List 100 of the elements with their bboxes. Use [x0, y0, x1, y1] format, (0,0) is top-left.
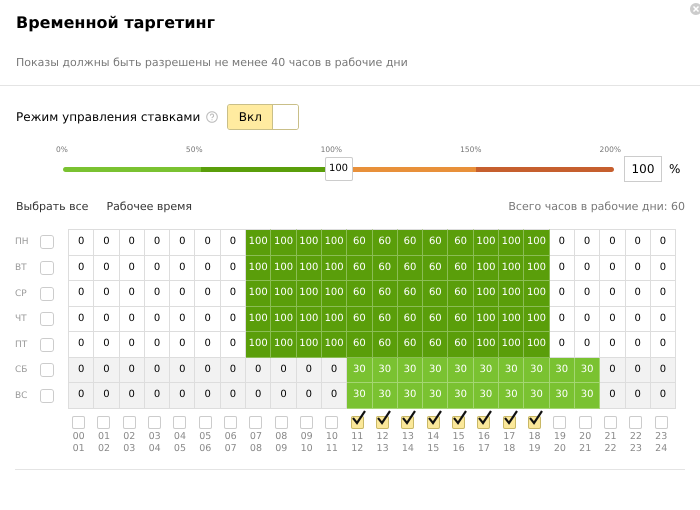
help-icon[interactable] [206, 111, 218, 123]
hour-label: 23 [630, 442, 642, 454]
hour-checkbox[interactable] [198, 416, 212, 428]
table-cell[interactable]: 0 [296, 383, 322, 408]
hour-checkbox[interactable] [274, 416, 288, 428]
hour-label: 20 [579, 430, 592, 442]
slider-handle[interactable]: 100 [324, 157, 352, 181]
hour-checkbox[interactable] [97, 416, 110, 428]
hour-label: 10 [326, 430, 338, 442]
checkmark-icon [350, 410, 367, 426]
hour-checkbox[interactable] [629, 416, 642, 428]
hour-label: 01 [98, 430, 110, 442]
hour-label: 03 [148, 430, 161, 442]
hour-label: 24 [655, 442, 668, 454]
hour-label: 05 [199, 430, 212, 442]
dialog-title: Временной таргетинг [15, 12, 215, 34]
day-checkbox[interactable] [40, 312, 54, 326]
hour-label: 17 [478, 442, 490, 454]
toggle-switch[interactable]: Вкл [227, 104, 300, 130]
hour-label: 21 [604, 430, 617, 442]
day-label: СБ [15, 365, 28, 376]
percent-input[interactable]: 100 [624, 156, 662, 182]
table-cell[interactable]: 0 [600, 383, 626, 408]
day-checkbox[interactable] [40, 286, 54, 301]
hour-label: 15 [427, 442, 440, 454]
hour-checkbox[interactable] [604, 416, 618, 428]
link[interactable]: Выбрать все [16, 200, 88, 213]
hour-label: 06 [199, 442, 212, 454]
hour-label: 22 [604, 442, 617, 454]
table-cell[interactable]: 0 [626, 383, 651, 408]
table-cell[interactable]: 0 [246, 383, 272, 408]
hour-label: 16 [478, 430, 490, 442]
hour-label: 07 [224, 442, 237, 454]
hour-label: 02 [123, 430, 136, 442]
hour-label: 11 [351, 430, 364, 442]
hour-label: 12 [351, 442, 364, 454]
hour-label: 01 [72, 442, 85, 454]
hour-label: 09 [275, 442, 288, 454]
close-icon[interactable] [689, 2, 700, 16]
hour-checkbox[interactable] [122, 416, 136, 428]
hour-label: 14 [427, 430, 440, 442]
hour-label: 08 [275, 430, 288, 442]
hour-label: 21 [579, 442, 592, 454]
slider-track[interactable]: 100 [63, 157, 614, 181]
hour-label: 13 [376, 442, 389, 454]
day-label: ПН [15, 237, 30, 248]
table-cell[interactable]: 0 [120, 383, 145, 408]
hour-label: 17 [503, 430, 516, 442]
total-hours: Всего часов в рабочие дни: 60 [508, 200, 685, 213]
hour-checkbox[interactable] [249, 416, 262, 428]
hour-label: 18 [528, 430, 541, 442]
day-label: ВС [15, 390, 28, 401]
hour-checkbox[interactable] [173, 416, 186, 428]
hour-label: 03 [123, 442, 136, 454]
table-cell[interactable]: 0 [271, 383, 297, 408]
day-checkbox[interactable] [40, 363, 54, 378]
checkmark-icon [452, 410, 468, 426]
day-checkbox[interactable] [40, 338, 54, 352]
hour-label: 19 [554, 430, 566, 442]
checkmark-icon [426, 410, 443, 426]
day-checkbox[interactable] [40, 388, 54, 403]
percent-unit: % [669, 162, 680, 176]
checkmark-icon [401, 410, 418, 426]
hour-checkbox[interactable] [300, 416, 314, 428]
bid-mode-label: Режим управления ставками [16, 110, 200, 124]
hour-checkbox[interactable] [578, 416, 592, 428]
link[interactable]: Рабочее время [106, 200, 192, 213]
day-label: ЧТ [15, 314, 28, 324]
hour-checkbox[interactable] [553, 416, 566, 428]
checkmark-icon [477, 410, 494, 426]
hour-label: 06 [224, 430, 237, 442]
hour-label: 19 [528, 442, 541, 454]
day-checkbox[interactable] [40, 235, 54, 250]
day-label: ПТ [15, 340, 28, 350]
hour-checkbox[interactable] [72, 416, 86, 428]
table-cell[interactable]: 0 [220, 383, 246, 408]
hour-label: 00 [72, 430, 85, 442]
hour-label: 14 [402, 442, 414, 454]
hour-checkbox[interactable] [148, 416, 162, 428]
hour-label: 07 [250, 430, 262, 442]
hour-label: 04 [174, 430, 186, 442]
hour-label: 23 [655, 430, 668, 442]
hour-label: 08 [250, 442, 262, 454]
hour-label: 22 [630, 430, 642, 442]
day-checkbox[interactable] [40, 261, 54, 276]
hour-checkbox[interactable] [654, 416, 668, 428]
table-cell[interactable]: 0 [69, 383, 94, 408]
hour-label: 11 [326, 442, 338, 454]
table-cell[interactable]: 0 [144, 383, 170, 408]
table-cell[interactable]: 0 [170, 383, 196, 408]
table-cell[interactable]: 0 [94, 383, 120, 408]
hour-checkbox[interactable] [325, 416, 338, 428]
day-label: СР [15, 288, 28, 299]
hour-label: 13 [402, 430, 414, 442]
hour-label: 20 [554, 442, 566, 454]
hour-checkbox[interactable] [224, 416, 238, 428]
hour-label: 02 [98, 442, 110, 454]
hour-label: 15 [452, 430, 465, 442]
table-cell[interactable]: 0 [195, 383, 221, 408]
table-cell[interactable]: 0 [650, 383, 676, 408]
